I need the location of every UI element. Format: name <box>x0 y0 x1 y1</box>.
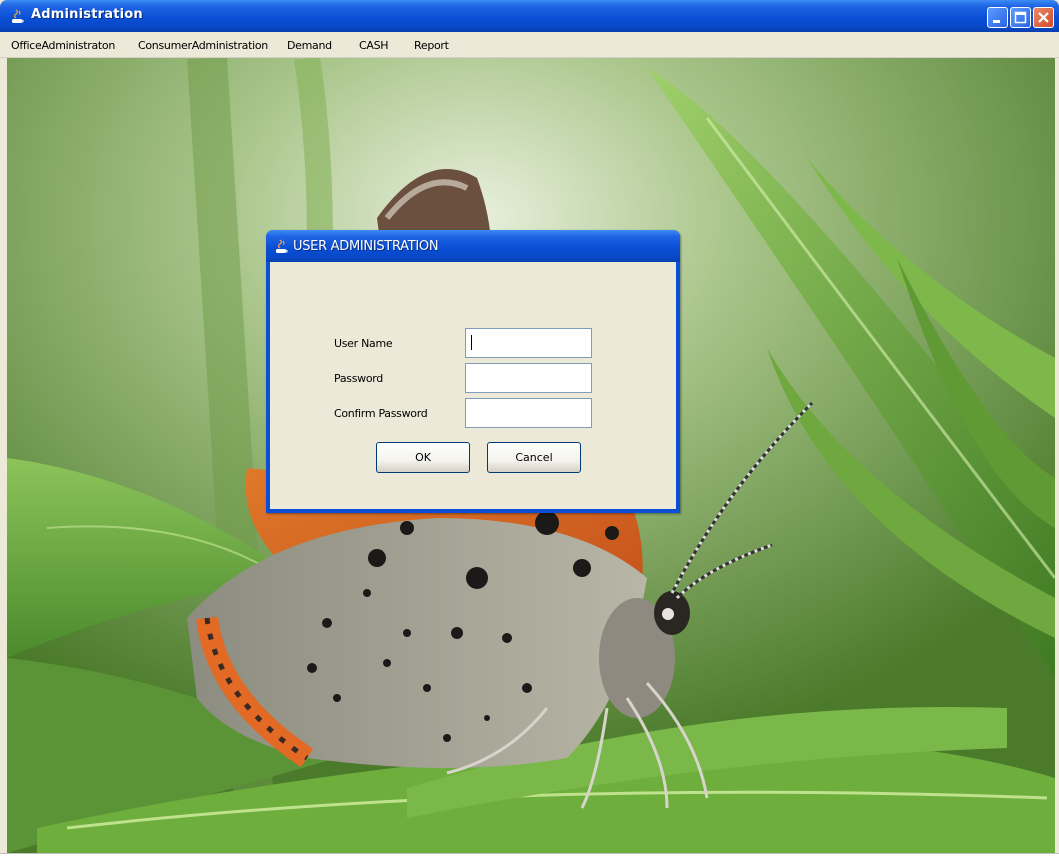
main-title-bar[interactable]: Administration <box>0 0 1059 32</box>
minimize-icon <box>993 20 1000 23</box>
close-icon <box>1038 12 1049 23</box>
maximize-button[interactable] <box>1010 7 1031 28</box>
dialog-body: User Name Password Confirm Password OK C… <box>270 262 676 509</box>
menu-cash[interactable]: CASH <box>359 39 389 52</box>
menu-report[interactable]: Report <box>414 39 449 52</box>
dialog-title-bar[interactable]: USER ADMINISTRATION <box>266 230 680 262</box>
menu-consumer-administration[interactable]: ConsumerAdministration <box>138 39 268 52</box>
confirm-password-input[interactable] <box>465 398 592 428</box>
minimize-button[interactable] <box>987 7 1008 28</box>
password-input[interactable] <box>465 363 592 393</box>
maximize-icon <box>1014 11 1027 24</box>
status-bar <box>0 853 1059 866</box>
menu-bar: OfficeAdministraton ConsumerAdministrati… <box>0 32 1059 58</box>
cancel-button[interactable]: Cancel <box>487 442 581 473</box>
dialog-title: USER ADMINISTRATION <box>293 239 439 254</box>
window-title: Administration <box>31 7 143 22</box>
confirm-password-label: Confirm Password <box>334 407 428 420</box>
java-cup-icon <box>276 239 288 253</box>
user-administration-dialog: USER ADMINISTRATION User Name Password C… <box>266 230 680 513</box>
password-label: Password <box>334 372 383 385</box>
menu-demand[interactable]: Demand <box>287 39 332 52</box>
user-name-input[interactable] <box>465 328 592 358</box>
close-button[interactable] <box>1033 7 1054 28</box>
user-name-label: User Name <box>334 337 393 350</box>
menu-office-administration[interactable]: OfficeAdministraton <box>11 39 115 52</box>
java-cup-icon <box>12 9 24 23</box>
ok-button[interactable]: OK <box>376 442 470 473</box>
